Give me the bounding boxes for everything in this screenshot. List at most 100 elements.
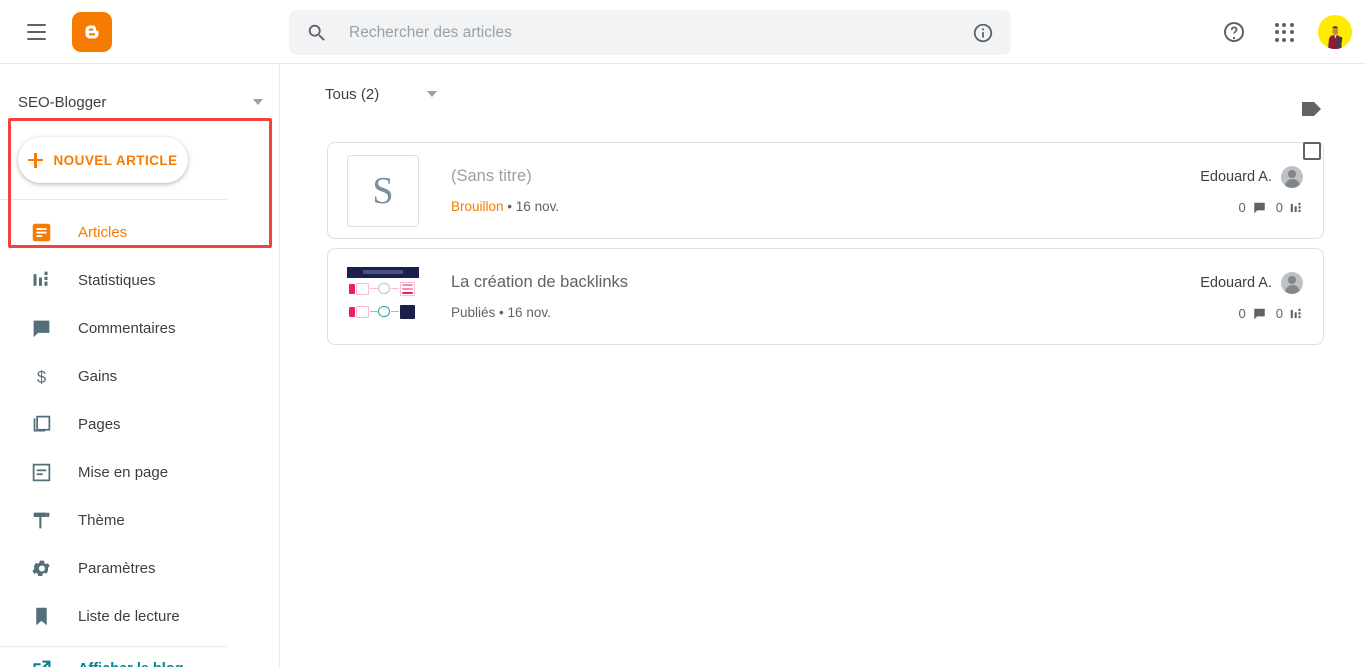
chevron-down-icon — [253, 99, 263, 105]
sidebar-item-label: Thème — [78, 511, 125, 529]
post-stats: 0 0 — [1239, 306, 1303, 321]
post-title: (Sans titre) — [451, 167, 532, 185]
pages-icon — [31, 414, 54, 435]
sidebar-item-gains[interactable]: $ Gains — [0, 352, 279, 400]
sidebar-item-label: Liste de lecture — [78, 607, 180, 625]
post-views-stat: 0 — [1276, 200, 1303, 215]
label-tag-icon[interactable] — [1300, 98, 1324, 120]
post-title: La création de backlinks — [451, 273, 629, 291]
post-author: Edouard A. — [1200, 166, 1303, 188]
chevron-down-icon — [427, 91, 438, 97]
sidebar-item-parametres[interactable]: Paramètres — [0, 544, 279, 592]
post-side-info: Edouard A. 0 0 — [1200, 272, 1303, 321]
post-row[interactable]: S (Sans titre) Brouillon • 16 nov. Edoua… — [327, 142, 1324, 239]
layout-icon — [31, 462, 54, 483]
sidebar: SEO-Blogger NOUVEL ARTICLE Articles Stat… — [0, 64, 280, 667]
bar-chart-icon — [31, 270, 54, 290]
backlinks-diagram-thumbnail — [347, 266, 419, 327]
meta-separator: • — [507, 199, 513, 214]
sidebar-item-articles[interactable]: Articles — [0, 208, 279, 256]
post-filter-dropdown[interactable]: Tous (2) — [325, 80, 438, 109]
sidebar-item-label: Commentaires — [78, 319, 176, 337]
post-thumbnail-placeholder: S — [347, 154, 419, 227]
post-views-stat: 0 — [1276, 306, 1303, 321]
sidebar-item-label: Gains — [78, 367, 118, 385]
post-comments-count: 0 — [1238, 200, 1246, 215]
post-status: Publiés — [451, 305, 496, 320]
post-text-block: La création de backlinks Publiés • 16 no… — [451, 273, 1200, 320]
sidebar-item-statistiques[interactable]: Statistiques — [0, 256, 279, 304]
comment-icon — [1254, 308, 1265, 319]
post-row[interactable]: La création de backlinks Publiés • 16 no… — [327, 248, 1324, 345]
post-comments-count: 0 — [1238, 306, 1246, 321]
dollar-icon: $ — [31, 366, 54, 387]
hamburger-menu-icon[interactable] — [12, 8, 60, 56]
author-avatar-icon — [1281, 272, 1303, 294]
sidebar-item-label: Pages — [78, 415, 121, 433]
sidebar-nav: Articles Statistiques Commentaires $ Gai… — [0, 206, 279, 667]
select-all-checkbox[interactable] — [1303, 142, 1321, 160]
post-views-count: 0 — [1275, 306, 1283, 321]
meta-separator: • — [499, 305, 504, 320]
post-filter-label: Tous (2) — [325, 85, 380, 103]
search-icon — [306, 22, 328, 44]
posts-toolbar: Tous (2) — [281, 64, 1366, 160]
new-post-button[interactable]: NOUVEL ARTICLE — [18, 137, 188, 183]
comment-icon — [31, 318, 54, 339]
sidebar-item-view-blog[interactable]: Afficher le blog — [0, 647, 279, 667]
top-app-bar — [0, 0, 1366, 64]
sidebar-item-mise-en-page[interactable]: Mise en page — [0, 448, 279, 496]
post-side-info: Edouard A. 0 0 — [1200, 166, 1303, 215]
articles-icon — [31, 222, 54, 243]
post-stats: 0 0 — [1239, 200, 1303, 215]
new-post-label: NOUVEL ARTICLE — [53, 152, 178, 168]
paint-roller-icon — [31, 510, 54, 531]
info-icon[interactable] — [972, 22, 994, 44]
topbar-actions — [1212, 0, 1352, 64]
plus-icon — [28, 152, 44, 168]
svg-text:$: $ — [37, 367, 46, 386]
post-views-count: 0 — [1275, 200, 1283, 215]
posts-list: S (Sans titre) Brouillon • 16 nov. Edoua… — [281, 124, 1366, 345]
user-avatar[interactable] — [1318, 15, 1352, 49]
bar-chart-icon — [1290, 202, 1301, 212]
blog-selector[interactable]: SEO-Blogger — [0, 78, 279, 126]
sidebar-divider-top — [0, 199, 227, 200]
help-question-icon[interactable] — [1212, 10, 1256, 54]
post-author-name: Edouard A. — [1200, 169, 1272, 185]
comment-icon — [1254, 202, 1265, 213]
post-thumbnail-letter: S — [372, 169, 394, 212]
post-meta: Publiés • 16 nov. — [451, 305, 1200, 320]
external-link-icon — [31, 659, 54, 667]
sidebar-item-label: Articles — [78, 223, 128, 241]
post-date: 16 nov. — [507, 305, 551, 320]
sidebar-item-pages[interactable]: Pages — [0, 400, 279, 448]
gear-icon — [31, 558, 54, 579]
search-input[interactable] — [349, 23, 972, 42]
post-thumbnail-image — [347, 260, 419, 333]
sidebar-item-label: Statistiques — [78, 271, 156, 289]
blog-name: SEO-Blogger — [18, 93, 107, 111]
author-avatar-icon — [1281, 166, 1303, 188]
sidebar-item-label: Paramètres — [78, 559, 156, 577]
toolbar-actions — [1300, 98, 1324, 160]
blogger-logo-icon[interactable] — [72, 11, 112, 52]
post-author-name: Edouard A. — [1200, 275, 1272, 291]
post-comments-stat: 0 — [1239, 306, 1267, 321]
bar-chart-icon — [1290, 308, 1301, 318]
post-author: Edouard A. — [1200, 272, 1303, 294]
bookmark-icon — [31, 606, 54, 627]
search-bar[interactable] — [289, 10, 1011, 55]
post-meta: Brouillon • 16 nov. — [451, 199, 1200, 214]
sidebar-item-commentaires[interactable]: Commentaires — [0, 304, 279, 352]
post-comments-stat: 0 — [1239, 200, 1267, 215]
sidebar-item-theme[interactable]: Thème — [0, 496, 279, 544]
post-text-block: (Sans titre) Brouillon • 16 nov. — [451, 167, 1200, 214]
sidebar-item-liste-de-lecture[interactable]: Liste de lecture — [0, 592, 279, 640]
post-date: 16 nov. — [515, 199, 560, 214]
post-status: Brouillon — [451, 199, 504, 214]
sidebar-item-label: Afficher le blog — [78, 661, 184, 667]
google-apps-grid-icon[interactable] — [1262, 10, 1306, 54]
main-content: Tous (2) S (Sans titre) Brouillon • 16 n… — [281, 64, 1366, 667]
sidebar-item-label: Mise en page — [78, 463, 169, 481]
